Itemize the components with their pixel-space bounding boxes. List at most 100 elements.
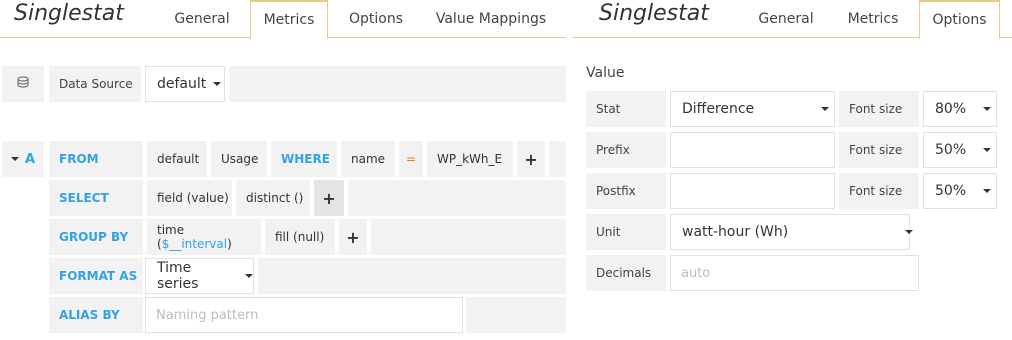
stat-select[interactable]: Difference — [670, 91, 835, 127]
collapse-caret-icon — [10, 157, 19, 161]
groupby-time-variable: $__interval — [161, 237, 228, 251]
decimals-input[interactable]: auto — [670, 255, 919, 291]
aliasby-keyword-cell: ALIAS BY — [49, 297, 143, 333]
select-keyword: SELECT — [59, 191, 109, 205]
from-measurement[interactable]: Usage — [211, 141, 267, 177]
select-field[interactable]: field (value) — [147, 180, 232, 216]
tab-general[interactable]: General — [163, 0, 241, 38]
from-policy-text: default — [157, 152, 200, 166]
aliasby-filler — [466, 297, 566, 333]
query-ref-toggle[interactable]: A — [2, 141, 44, 177]
decimals-label: Decimals — [596, 266, 652, 280]
datasource-filler — [229, 66, 566, 102]
chevron-down-icon — [213, 82, 222, 86]
postfix-fontsize-value: 50% — [935, 183, 967, 199]
tab-value-mappings[interactable]: Value Mappings — [426, 0, 556, 38]
where-value[interactable]: WP_kWh_E — [427, 141, 513, 177]
plus-icon: + — [524, 149, 538, 169]
query-ref-id: A — [24, 151, 36, 167]
datasource-value: default — [157, 76, 207, 92]
decimals-label-cell: Decimals — [586, 255, 666, 291]
where-operator[interactable]: = — [399, 141, 423, 177]
where-value-text: WP_kWh_E — [437, 152, 503, 166]
from-filler — [549, 141, 566, 177]
plus-icon: + — [346, 227, 360, 247]
formatas-keyword: FORMAT AS — [59, 269, 138, 283]
datasource-icon-cell — [2, 66, 44, 102]
from-policy[interactable]: default — [147, 141, 207, 177]
postfix-input[interactable] — [670, 173, 835, 209]
datasource-label-cell: Data Source — [49, 66, 141, 102]
where-keyword: WHERE — [281, 152, 330, 166]
from-keyword-cell: FROM — [49, 141, 143, 177]
stat-fontsize-label: Font size — [849, 102, 903, 116]
where-add-button[interactable]: + — [517, 141, 545, 177]
chevron-down-icon — [821, 107, 829, 111]
right-panel-title: Singlestat — [599, 1, 709, 26]
where-key-text: name — [351, 152, 386, 166]
tab-metrics[interactable]: Metrics — [835, 0, 911, 38]
groupby-keyword: GROUP BY — [59, 230, 129, 244]
groupby-fill[interactable]: fill (null) — [265, 219, 335, 255]
tab-options[interactable]: Options — [919, 0, 1000, 39]
groupby-fill-text: fill (null) — [275, 230, 325, 244]
postfix-label-cell: Postfix — [586, 173, 666, 209]
section-title-value: Value — [586, 65, 625, 81]
postfix-fontsize-label-cell: Font size — [839, 173, 919, 209]
prefix-label: Prefix — [596, 143, 630, 157]
where-operator-text: = — [405, 152, 417, 166]
chevron-down-icon — [983, 107, 991, 111]
postfix-fontsize-label: Font size — [849, 184, 903, 198]
stat-fontsize-value: 80% — [935, 101, 967, 117]
tab-general[interactable]: General — [747, 0, 825, 38]
where-key[interactable]: name — [341, 141, 395, 177]
prefix-fontsize-value: 50% — [935, 142, 967, 158]
where-keyword-cell: WHERE — [271, 141, 337, 177]
postfix-fontsize-select[interactable]: 50% — [923, 173, 997, 209]
from-keyword: FROM — [59, 152, 99, 166]
unit-value: watt-hour (Wh) — [682, 224, 789, 240]
groupby-filler — [371, 219, 566, 255]
prefix-fontsize-select[interactable]: 50% — [923, 132, 997, 168]
formatas-value: Time series — [157, 260, 199, 292]
chevron-down-icon — [905, 230, 913, 234]
unit-label: Unit — [596, 225, 621, 239]
select-field-text: field (value) — [157, 191, 229, 205]
formatas-filler — [258, 258, 566, 294]
stat-label: Stat — [596, 102, 621, 116]
stat-label-cell: Stat — [586, 91, 666, 127]
stat-fontsize-label-cell: Font size — [839, 91, 919, 127]
unit-label-cell: Unit — [586, 214, 666, 250]
datasource-label: Data Source — [59, 77, 133, 91]
select-function[interactable]: distinct () — [236, 180, 310, 216]
select-filler — [348, 180, 566, 216]
chevron-down-icon — [983, 189, 991, 193]
stat-fontsize-select[interactable]: 80% — [923, 91, 997, 127]
prefix-label-cell: Prefix — [586, 132, 666, 168]
postfix-label: Postfix — [596, 184, 636, 198]
datasource-select[interactable]: default — [145, 66, 225, 102]
formatas-select[interactable]: Time series — [145, 258, 254, 294]
tab-metrics[interactable]: Metrics — [250, 0, 328, 39]
groupby-keyword-cell: GROUP BY — [49, 219, 143, 255]
groupby-add-button[interactable]: + — [339, 219, 367, 255]
chevron-down-icon — [983, 148, 991, 152]
select-add-button[interactable]: + — [314, 180, 344, 216]
aliasby-placeholder: Naming pattern — [156, 307, 259, 323]
from-measurement-text: Usage — [221, 152, 259, 166]
prefix-fontsize-label: Font size — [849, 143, 903, 157]
select-function-text: distinct () — [246, 191, 304, 205]
tab-options[interactable]: Options — [336, 0, 416, 38]
prefix-input[interactable] — [670, 132, 835, 168]
unit-select[interactable]: watt-hour (Wh) — [670, 214, 913, 250]
chevron-down-icon — [245, 274, 253, 278]
aliasby-keyword: ALIAS BY — [59, 308, 120, 322]
groupby-time-text: time ($__interval) — [147, 223, 261, 251]
stat-value: Difference — [682, 101, 755, 117]
database-icon — [17, 76, 29, 92]
aliasby-input[interactable]: Naming pattern — [145, 297, 463, 333]
groupby-time[interactable]: time ($__interval) — [147, 219, 261, 255]
prefix-fontsize-label-cell: Font size — [839, 132, 919, 168]
left-panel-title: Singlestat — [14, 1, 124, 26]
plus-icon: + — [322, 188, 336, 208]
